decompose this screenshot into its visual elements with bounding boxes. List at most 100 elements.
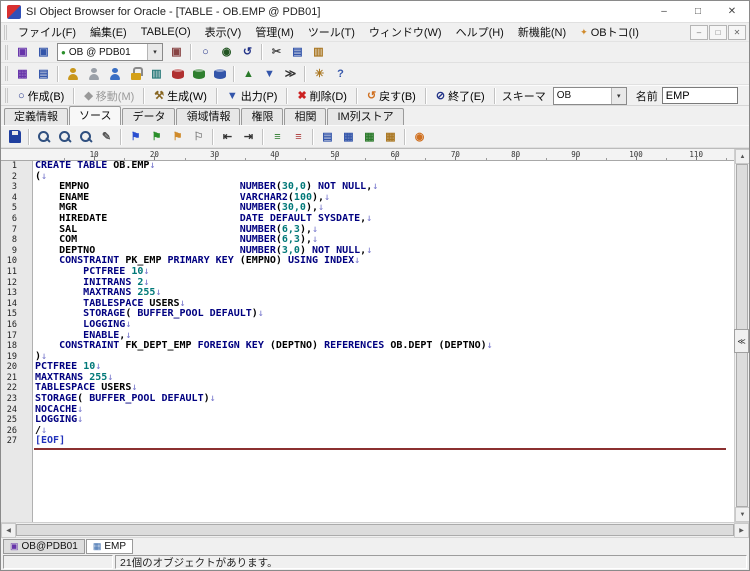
window-maximize-button[interactable]: □ — [681, 1, 715, 22]
web-button[interactable]: ◉ — [409, 127, 430, 146]
find-button[interactable] — [33, 127, 54, 146]
code-line-25[interactable]: 25LOGGING↓ — [1, 415, 734, 426]
code-area[interactable]: 1CREATE TABLE OB.EMP↓2(↓3 EMPNO NUMBER(3… — [1, 161, 734, 522]
undo-button[interactable]: ↺ — [237, 43, 258, 62]
outdent-button[interactable]: ⇤ — [217, 127, 238, 146]
html-button[interactable]: ▦ — [380, 127, 401, 146]
menu-obtoko[interactable]: ✦OBトコ(I) — [573, 22, 646, 42]
tab-storage[interactable]: 領域情報 — [176, 108, 240, 125]
option-button[interactable]: ✳ — [309, 64, 330, 83]
window-close-button[interactable]: ✕ — [715, 1, 749, 22]
session-list-button[interactable]: ▣ — [33, 43, 54, 62]
horizontal-scrollbar[interactable]: ◀ ▶ — [1, 522, 749, 537]
menu-table[interactable]: TABLE(O) — [134, 24, 198, 40]
mdi-minimize-button[interactable]: – — [690, 25, 708, 40]
schema-combobox[interactable]: OB ▾ — [553, 87, 627, 105]
paste-button[interactable]: ▥ — [308, 43, 329, 62]
output-button[interactable]: ▼出力(P) — [221, 86, 284, 106]
toolbar-grip[interactable] — [5, 88, 8, 103]
import-button[interactable]: ▼ — [259, 64, 280, 83]
user-silver-button[interactable] — [83, 64, 104, 83]
name-input[interactable] — [662, 87, 738, 104]
close-object-button[interactable]: ⊘終了(E) — [430, 86, 491, 106]
cut-button[interactable]: ✂ — [266, 43, 287, 62]
code-line-23[interactable]: 23STORAGE( BUFFER_POOL DEFAULT)↓ — [1, 394, 734, 405]
tab-source[interactable]: ソース — [69, 106, 121, 125]
scroll-right-arrow[interactable]: ▶ — [734, 523, 749, 538]
session-window-tab[interactable]: ▣OB@PDB01 — [3, 539, 85, 554]
bookmark-next-button[interactable]: ⚑ — [146, 127, 167, 146]
tab-relation[interactable]: 相関 — [284, 108, 326, 125]
find-prev-button[interactable] — [75, 127, 96, 146]
menu-tools[interactable]: ツール(T) — [301, 22, 362, 42]
disconnect-button[interactable]: ▣ — [166, 43, 187, 62]
emp-window-tab[interactable]: ▦EMP — [86, 539, 133, 554]
menu-help[interactable]: ヘルプ(H) — [449, 22, 511, 42]
connection-combobox[interactable]: ●OB @ PDB01▾ — [57, 43, 163, 61]
execute-button[interactable]: ◉ — [216, 43, 237, 62]
ddl-button[interactable]: ▤ — [317, 127, 338, 146]
redolog-button[interactable] — [209, 64, 230, 83]
grid-button[interactable]: ▦ — [338, 127, 359, 146]
create-button[interactable]: ○作成(B) — [12, 86, 70, 106]
scroll-up-arrow[interactable]: ▲ — [735, 149, 749, 164]
excel-button[interactable]: ▦ — [359, 127, 380, 146]
user-group-button[interactable] — [104, 64, 125, 83]
code-line-27[interactable]: 27[EOF] — [1, 436, 734, 447]
sqlplus-button[interactable]: ≫ — [280, 64, 301, 83]
tablespace-button[interactable] — [167, 64, 188, 83]
replace-button[interactable]: ✎ — [96, 127, 117, 146]
menu-edit[interactable]: 編集(E) — [83, 22, 134, 42]
generate-button[interactable]: ⚒生成(W) — [148, 86, 213, 106]
comment-button[interactable]: ≡ — [267, 127, 288, 146]
datafile-button[interactable] — [188, 64, 209, 83]
code-line-26[interactable]: 26/↓ — [1, 426, 734, 437]
tab-im-column[interactable]: IM列ストア — [327, 108, 403, 125]
move-button[interactable]: ◆移動(M) — [78, 86, 140, 106]
chevron-down-icon[interactable]: ▾ — [147, 44, 162, 60]
menu-newfeature[interactable]: 新機能(N) — [511, 22, 573, 42]
window-minimize-button[interactable]: – — [647, 1, 681, 22]
horizontal-scroll-thumb[interactable] — [16, 524, 734, 536]
toolbar-grip[interactable] — [5, 45, 8, 60]
code-line-18[interactable]: 18 CONSTRAINT FK_DEPT_EMP FOREIGN KEY (D… — [1, 341, 734, 352]
find-next-button[interactable] — [54, 127, 75, 146]
collapse-panel-button[interactable]: ≪ — [734, 329, 749, 353]
mdi-close-button[interactable]: ✕ — [728, 25, 746, 40]
help-button[interactable]: ? — [330, 64, 351, 83]
uncomment-button[interactable]: ≡ — [288, 127, 309, 146]
user-button[interactable] — [62, 64, 83, 83]
role-button[interactable] — [125, 64, 146, 83]
code-line-1[interactable]: 1CREATE TABLE OB.EMP↓ — [1, 161, 734, 172]
save-button[interactable] — [4, 127, 25, 146]
toolbar-grip[interactable] — [5, 66, 8, 81]
bookmark-toggle-button[interactable]: ⚑ — [125, 127, 146, 146]
tab-privileges[interactable]: 権限 — [241, 108, 283, 125]
menu-window[interactable]: ウィンドウ(W) — [362, 22, 449, 42]
delete-button[interactable]: ✖削除(D) — [291, 86, 353, 106]
toolbar-grip[interactable] — [4, 25, 7, 40]
scroll-down-arrow[interactable]: ▼ — [735, 507, 749, 522]
copy-button[interactable]: ▤ — [287, 43, 308, 62]
indent-button[interactable]: ⇥ — [238, 127, 259, 146]
export-button[interactable]: ▲ — [238, 64, 259, 83]
mdi-restore-button[interactable]: □ — [709, 25, 727, 40]
profile-button[interactable]: ▥ — [146, 64, 167, 83]
object-list-button[interactable]: ▤ — [33, 64, 54, 83]
tab-data[interactable]: データ — [122, 108, 175, 125]
menu-manage[interactable]: 管理(M) — [248, 22, 301, 42]
new-object-button[interactable]: ○ — [195, 43, 216, 62]
menu-file[interactable]: ファイル(F) — [11, 22, 83, 42]
scroll-left-arrow[interactable]: ◀ — [1, 523, 16, 538]
code-line-19[interactable]: 19)↓ — [1, 352, 734, 363]
menu-view[interactable]: 表示(V) — [198, 22, 249, 42]
bookmark-clear-button[interactable]: ⚐ — [188, 127, 209, 146]
er-diagram-button[interactable]: ▦ — [12, 64, 33, 83]
chevron-down-icon[interactable]: ▾ — [611, 88, 626, 104]
ruler-tick — [455, 156, 456, 160]
revert-button[interactable]: ↺戻す(B) — [361, 86, 422, 106]
bookmark-prev-button[interactable]: ⚑ — [167, 127, 188, 146]
code-line-24[interactable]: 24NOCACHE↓ — [1, 405, 734, 416]
new-session-button[interactable]: ▣ — [12, 43, 33, 62]
tab-definition[interactable]: 定義情報 — [4, 108, 68, 125]
